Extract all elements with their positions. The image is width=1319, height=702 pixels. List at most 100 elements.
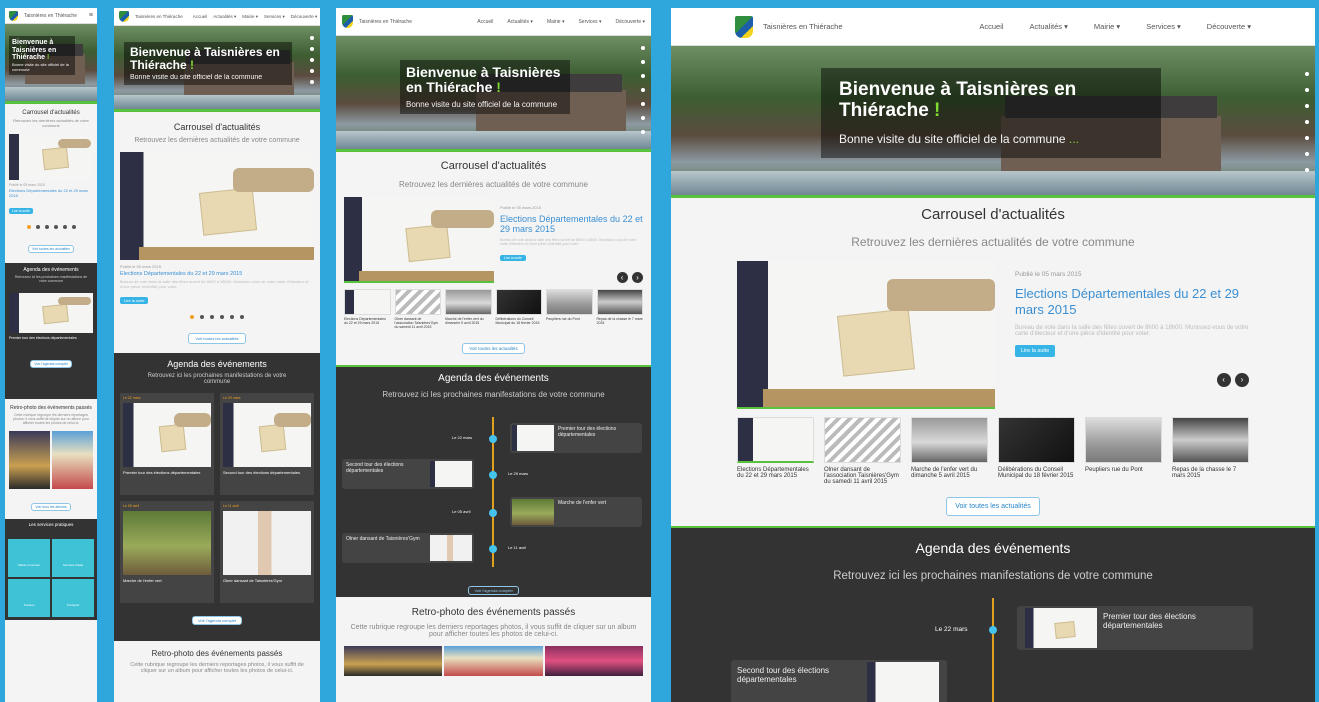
agenda-card-1[interactable]: Le 22 mars Premier tour des élections dé… [120,393,214,495]
news-photo[interactable] [9,134,93,180]
news-thumb[interactable] [394,289,441,315]
menu-item-actualites[interactable]: Actualités ▾ [1030,22,1068,31]
menu-item-actualites[interactable]: Actualités ▾ [507,19,533,25]
services-section: Les services pratiques Mairie et service… [5,519,97,620]
menu-item-mairie[interactable]: Mairie ▾ [547,19,565,25]
prev-arrow-icon[interactable]: ‹ [1216,372,1231,387]
news-thumb[interactable] [824,417,901,463]
agenda-card-1[interactable]: Premier tour des élections départemental… [1017,606,1253,650]
commune-logo-icon[interactable] [735,15,753,38]
menu-item-decouverte[interactable]: Découverte ▾ [291,14,318,20]
agenda-subtitle: Retrouvez ici les prochaines manifestati… [833,570,1153,582]
menu-item-mairie[interactable]: Mairie ▾ [1094,22,1120,31]
news-title[interactable]: Elections Départementales du 22 et 29 ma… [1015,286,1249,317]
read-more-button[interactable]: Lire la suite [120,297,149,304]
read-more-button[interactable]: Lire la suite [500,255,526,261]
service-tile-2[interactable]: Services d'aide [52,539,94,577]
prev-arrow-icon[interactable]: ‹ [616,272,628,283]
retro-title: Retro-photo des événements passés [10,405,92,411]
full-agenda-button[interactable]: Voir l'agenda complet [191,616,243,625]
menu-item-decouverte[interactable]: Découverte ▾ [1207,22,1251,31]
news-thumb[interactable] [596,289,643,315]
news-thumb[interactable] [344,289,391,315]
all-news-button[interactable]: Voir toutes les actualités [462,343,525,354]
album-thumb[interactable] [544,646,643,676]
agenda-section: Agenda des événements Retrouvez ici les … [114,353,320,641]
full-agenda-button[interactable]: Voir l'agenda complet [30,360,72,368]
all-news-button[interactable]: Voir toutes les actualités [946,497,1040,516]
agenda-photo[interactable] [9,293,93,333]
main-menu: Accueil Actualités ▾ Mairie ▾ Services ▾… [193,14,318,20]
album-thumb[interactable] [344,646,443,676]
news-thumb[interactable] [737,417,814,463]
news-title[interactable]: Elections Départementales du 22 et 29 ma… [9,188,93,198]
menu-item-decouverte[interactable]: Découverte ▾ [616,19,645,25]
service-tile-1[interactable]: Mairie et service [8,539,50,577]
news-excerpt: Bureau de vote dans la salle des fêtes o… [120,279,309,289]
all-news-button[interactable]: Voir toutes les actualités [188,333,246,344]
carousel-subtitle: Retrouvez les dernières actualités de vo… [134,137,300,144]
hero-dots[interactable] [641,46,645,134]
agenda-card-4[interactable]: Olner dansant de Taisnières'Gym [342,533,474,563]
menu-item-actualites[interactable]: Actualités ▾ [213,14,236,20]
menu-item-mairie[interactable]: Mairie ▾ [242,14,258,20]
full-agenda-button[interactable]: Voir l'agenda complet [468,586,519,595]
all-albums-button[interactable]: Voir tous les albums [31,503,71,511]
tablet-landscape-mockup: Taisnières en Thiérache Accueil Actualit… [336,8,651,702]
news-thumb[interactable] [1172,417,1249,463]
read-more-button[interactable]: Lire la suite [1015,345,1056,358]
carousel-dots[interactable] [5,225,97,229]
site-name[interactable]: Taisnières en Thiérache [135,14,183,19]
read-more-button[interactable]: Lire la suite [9,208,33,214]
hero-subtitle: Bonne visite du site officiel de la comm… [130,74,263,82]
commune-logo-icon[interactable] [119,11,129,22]
hero-title: Bienvenue à Taisnières en Thiérache [12,39,57,62]
menu-item-services[interactable]: Services ▾ [1146,22,1181,31]
hero-banner: Bienvenue à Taisnières en Thiérache ! Bo… [114,26,320,112]
main-menu: Accueil Actualités ▾ Mairie ▾ Services ▾… [979,22,1251,31]
menu-item-accueil[interactable]: Accueil [979,22,1003,31]
news-thumb[interactable] [546,289,593,315]
agenda-card-1[interactable]: Premier tour des élections départemental… [510,423,642,453]
hero-title: Bienvenue à Taisnières en Thiérache [130,45,280,73]
agenda-card-3[interactable]: Marche de l'enfer vert [510,497,642,527]
hero-dots[interactable] [310,36,314,84]
album-thumb[interactable] [444,646,543,676]
site-name[interactable]: Taisnières en Thiérache [24,13,89,19]
commune-logo-icon[interactable] [9,10,18,21]
service-tile-4[interactable]: Transport [52,579,94,617]
news-title[interactable]: Elections Départementales du 22 et 29 ma… [500,214,643,234]
agenda-card-2[interactable]: Le 29 mars Second tour des élections dép… [220,393,314,495]
album-thumb[interactable] [9,431,50,489]
all-news-button[interactable]: Voir toutes les actualités [28,245,74,253]
carousel-dots[interactable] [114,315,320,319]
menu-item-services[interactable]: Services ▾ [264,14,285,20]
menu-item-accueil[interactable]: Accueil [193,14,208,20]
news-thumb[interactable] [495,289,542,315]
news-title[interactable]: Elections Départementales du 22 et 29 ma… [120,271,314,277]
news-photo[interactable] [344,197,494,283]
news-photo[interactable] [120,152,314,260]
news-thumb[interactable] [911,417,988,463]
next-arrow-icon[interactable]: › [1235,372,1249,387]
site-name[interactable]: Taisnières en Thiérache [359,19,477,25]
next-arrow-icon[interactable]: › [632,272,643,283]
service-tile-3[interactable]: Travaux [8,579,50,617]
menu-item-services[interactable]: Services ▾ [578,19,601,25]
album-thumb[interactable] [52,431,93,489]
news-thumb[interactable] [445,289,492,315]
news-thumb[interactable] [998,417,1075,463]
hero-dots[interactable] [1305,72,1309,172]
agenda-title: Agenda des événements [438,373,549,384]
timeline-dot [489,545,497,553]
menu-item-accueil[interactable]: Accueil [477,19,493,25]
commune-logo-icon[interactable] [342,15,353,28]
agenda-card-2[interactable]: Second tour des élections départementale… [731,660,947,702]
news-photo[interactable] [737,261,995,409]
agenda-card-2[interactable]: Second tour des élections départementale… [342,459,474,489]
agenda-card-4[interactable]: Le 11 avril Olner dansant de Taisnières'… [220,501,314,603]
news-thumb[interactable] [1085,417,1162,463]
menu-toggle-icon[interactable]: ≡ [89,12,93,19]
site-name[interactable]: Taisnières en Thiérache [763,22,979,31]
agenda-card-3[interactable]: Le 05 avril Marche de l'enfer vert [120,501,214,603]
